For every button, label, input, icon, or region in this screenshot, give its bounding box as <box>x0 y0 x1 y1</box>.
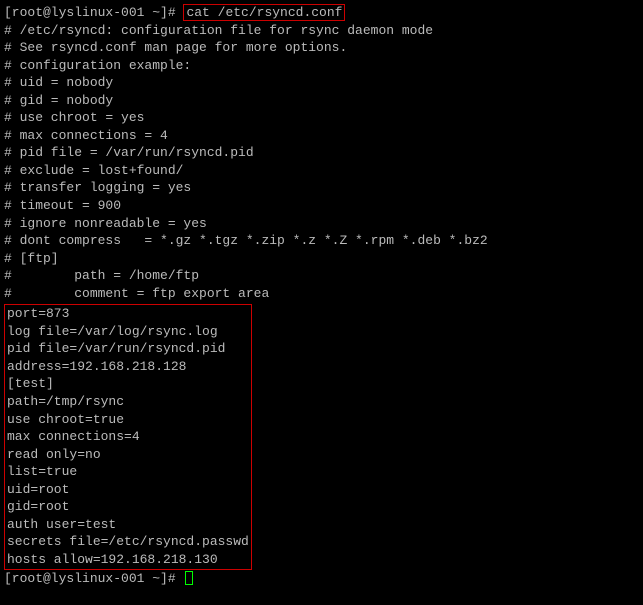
config-line: address=192.168.218.128 <box>7 358 249 376</box>
config-line: pid file=/var/run/rsyncd.pid <box>7 340 249 358</box>
config-line: port=873 <box>7 305 249 323</box>
output-line: # configuration example: <box>4 57 639 75</box>
output-line: # path = /home/ftp <box>4 267 639 285</box>
prompt-line-1: [root@lyslinux-001 ~]# cat /etc/rsyncd.c… <box>4 4 639 22</box>
output-line: # uid = nobody <box>4 74 639 92</box>
output-line: # timeout = 900 <box>4 197 639 215</box>
config-line: log file=/var/log/rsync.log <box>7 323 249 341</box>
output-line: # transfer logging = yes <box>4 179 639 197</box>
output-line: # use chroot = yes <box>4 109 639 127</box>
command-highlight-box: cat /etc/rsyncd.conf <box>183 4 345 21</box>
command-text: cat /etc/rsyncd.conf <box>186 5 342 20</box>
config-line: path=/tmp/rsync <box>7 393 249 411</box>
output-line: # pid file = /var/run/rsyncd.pid <box>4 144 639 162</box>
terminal-cursor <box>185 571 193 585</box>
config-line: secrets file=/etc/rsyncd.passwd <box>7 533 249 551</box>
shell-prompt: [root@lyslinux-001 ~]# <box>4 571 183 586</box>
config-highlight-box: port=873 log file=/var/log/rsync.log pid… <box>4 304 252 569</box>
output-line: # [ftp] <box>4 250 639 268</box>
config-line: uid=root <box>7 481 249 499</box>
config-line: read only=no <box>7 446 249 464</box>
config-line: auth user=test <box>7 516 249 534</box>
output-line: # ignore nonreadable = yes <box>4 215 639 233</box>
prompt-line-2[interactable]: [root@lyslinux-001 ~]# <box>4 570 639 588</box>
output-line: # comment = ftp export area <box>4 285 639 303</box>
output-line: # dont compress = *.gz *.tgz *.zip *.z *… <box>4 232 639 250</box>
config-line: [test] <box>7 375 249 393</box>
config-line: max connections=4 <box>7 428 249 446</box>
config-line: hosts allow=192.168.218.130 <box>7 551 249 569</box>
output-line: # See rsyncd.conf man page for more opti… <box>4 39 639 57</box>
config-line: gid=root <box>7 498 249 516</box>
output-line: # gid = nobody <box>4 92 639 110</box>
output-line: # /etc/rsyncd: configuration file for rs… <box>4 22 639 40</box>
output-line: # exclude = lost+found/ <box>4 162 639 180</box>
output-line: # max connections = 4 <box>4 127 639 145</box>
config-line: use chroot=true <box>7 411 249 429</box>
shell-prompt: [root@lyslinux-001 ~]# <box>4 5 183 20</box>
config-line: list=true <box>7 463 249 481</box>
